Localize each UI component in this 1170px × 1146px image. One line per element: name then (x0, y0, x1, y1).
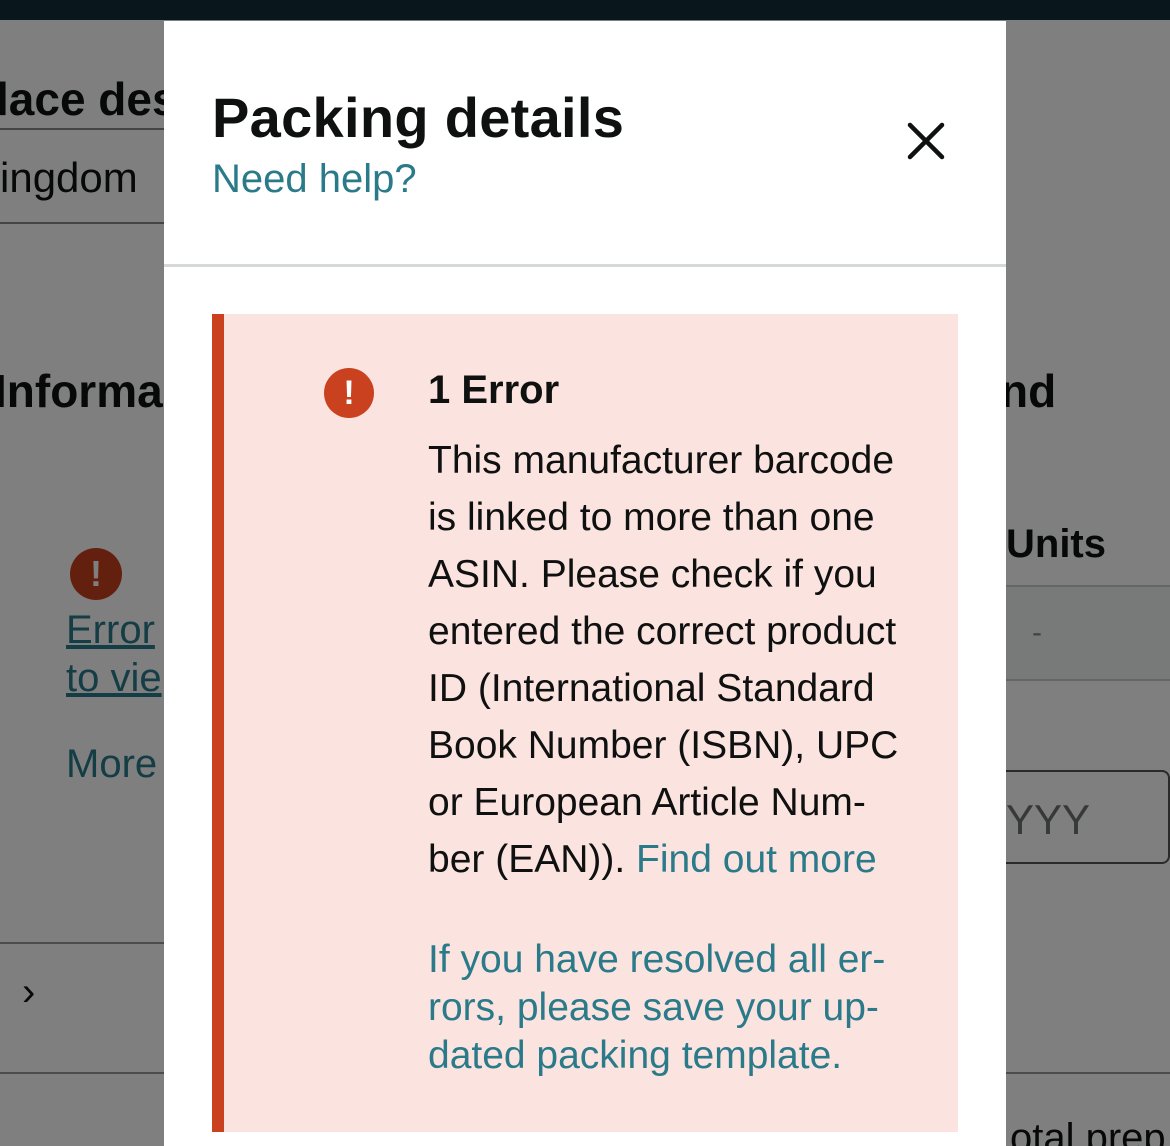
error-alert-accent-bar (212, 314, 224, 1132)
error-message-last-line: ber (EAN)). Find out more (428, 831, 968, 888)
error-message-line: ASIN. Please check if you (428, 553, 877, 596)
dialog-header: Packing details Need help? (164, 21, 1006, 267)
error-message-line: This manufacturer barcode (428, 439, 895, 482)
error-alert: ! 1 Error This manufacturer barcode is l… (212, 314, 958, 1132)
save-template-note-line: If you have resolved all er- (428, 938, 886, 981)
error-count-heading: 1 Error (428, 368, 560, 412)
save-template-note[interactable]: If you have resolved all er- rors, pleas… (428, 936, 968, 1080)
need-help-link[interactable]: Need help? (212, 157, 417, 202)
error-message: This manufacturer barcode is linked to m… (428, 432, 968, 888)
packing-details-dialog: Packing details Need help? ! 1 Error Thi… (164, 21, 1006, 1146)
error-message-line: or European Article Num- (428, 781, 866, 824)
save-template-note-line: rors, please save your up- (428, 986, 879, 1029)
close-button[interactable] (898, 113, 954, 169)
save-template-note-line: dated packing template. (428, 1034, 843, 1077)
close-icon (907, 122, 945, 160)
exclamation-icon: ! (324, 368, 374, 418)
error-message-line: ber (EAN)). (428, 838, 626, 881)
error-message-line: entered the correct product (428, 610, 897, 653)
error-message-line: is linked to more than one (428, 496, 875, 539)
dialog-title: Packing details (212, 86, 625, 149)
find-out-more-link[interactable]: Find out more (636, 838, 877, 881)
error-message-line: Book Number (ISBN), UPC (428, 724, 899, 767)
error-message-line: ID (International Standard (428, 667, 875, 710)
